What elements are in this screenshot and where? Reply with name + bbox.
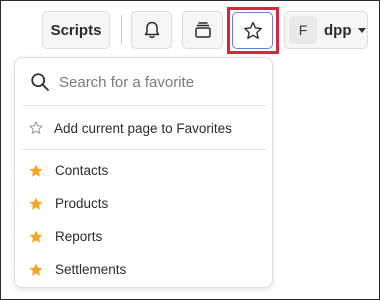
user-menu-button[interactable]: F dpp — [284, 11, 368, 49]
star-filled-icon — [28, 196, 44, 212]
star-outline-icon — [242, 20, 264, 42]
divider — [23, 149, 266, 150]
toolbar-divider — [121, 15, 122, 45]
add-to-favorites-label: Add current page to Favorites — [54, 120, 232, 136]
search-icon — [30, 72, 50, 92]
favorites-dropdown: Add current page to Favorites Contacts P… — [14, 57, 273, 288]
favorite-item-products[interactable]: Products — [15, 187, 272, 220]
chevron-down-icon — [357, 27, 366, 33]
star-filled-icon — [28, 163, 44, 179]
app-frame: Scripts F dpp Search for a favorite Add … — [0, 0, 380, 300]
scripts-button[interactable]: Scripts — [42, 11, 110, 49]
bell-icon — [142, 20, 162, 40]
star-filled-icon — [28, 262, 44, 278]
favorite-item-settlements[interactable]: Settlements — [15, 253, 272, 286]
cards-icon — [193, 20, 213, 40]
username-label: dpp — [324, 21, 352, 39]
favorites-search-input[interactable] — [59, 73, 259, 91]
favorites-list: Contacts Products Reports Settlements — [15, 154, 272, 286]
favorite-item-contacts[interactable]: Contacts — [15, 154, 272, 187]
notifications-button[interactable] — [131, 11, 172, 49]
favorites-button[interactable] — [232, 12, 273, 49]
avatar: F — [289, 16, 317, 44]
favorites-search — [15, 58, 272, 106]
favorite-item-label: Reports — [55, 229, 103, 244]
add-to-favorites-item[interactable]: Add current page to Favorites — [15, 110, 272, 146]
favorite-item-reports[interactable]: Reports — [15, 220, 272, 253]
divider — [23, 105, 266, 106]
star-filled-icon — [28, 229, 44, 245]
cards-button[interactable] — [182, 11, 223, 49]
top-toolbar: Scripts F dpp — [1, 1, 380, 61]
favorite-item-label: Contacts — [55, 163, 109, 178]
favorite-item-label: Settlements — [55, 262, 127, 277]
favorite-item-label: Products — [55, 196, 109, 211]
star-outline-icon — [28, 120, 44, 136]
